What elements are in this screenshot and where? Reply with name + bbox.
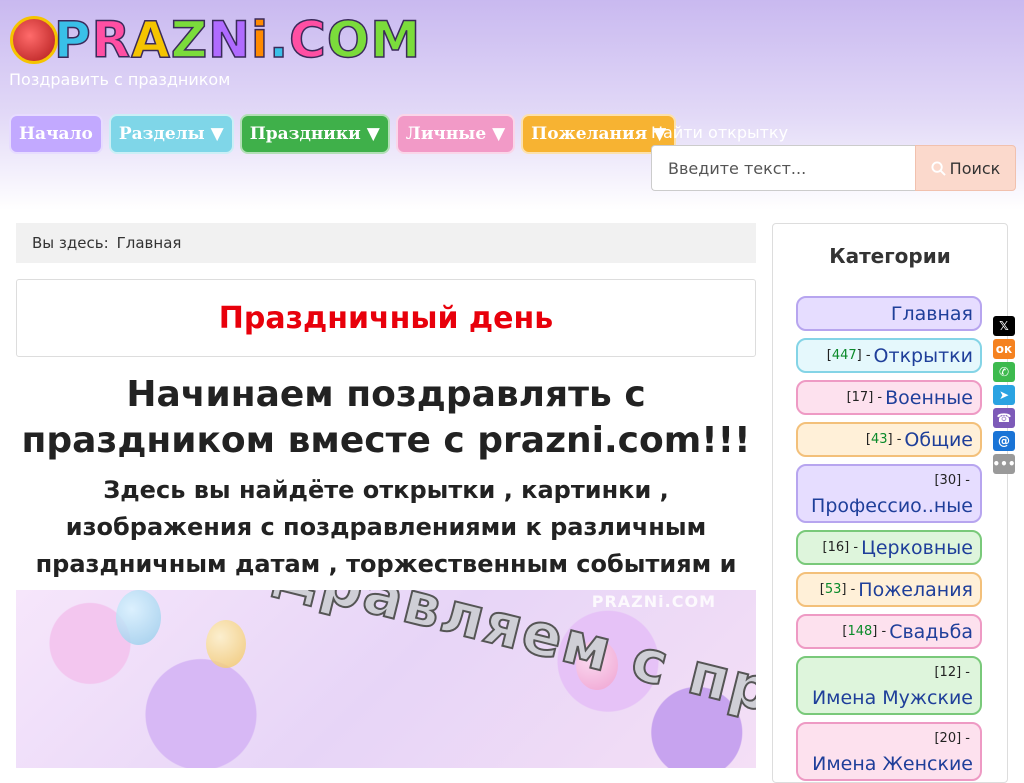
share-bar: 𝕏 ок ✆ ➤ ☎ @ ••• bbox=[993, 316, 1016, 474]
search-button-label: Поиск bbox=[949, 158, 1001, 178]
category-female-names[interactable]: [20] - Имена Женские bbox=[796, 722, 982, 781]
site-tagline: Поздравить с праздником bbox=[9, 70, 231, 89]
category-cards[interactable]: [447] - Открытки bbox=[796, 338, 982, 373]
balloon-decoration bbox=[116, 590, 161, 645]
breadcrumb: Вы здесь: Главная bbox=[16, 223, 756, 263]
nav-home-button[interactable]: Начало bbox=[9, 114, 103, 154]
nav-holidays-button[interactable]: Праздники ▼ bbox=[239, 114, 390, 154]
category-wedding[interactable]: [148] - Свадьба bbox=[796, 614, 982, 649]
site-header: PRAZNi.COM Поздравить с праздником Начал… bbox=[0, 0, 1024, 210]
main-nav: Начало Разделы ▼ Праздники ▼ Личные ▼ По… bbox=[9, 114, 677, 154]
mascot-icon bbox=[10, 16, 58, 64]
breadcrumb-home-link[interactable]: Главная bbox=[117, 234, 182, 252]
category-count: [30] - bbox=[934, 472, 970, 488]
x-icon[interactable]: 𝕏 bbox=[993, 316, 1015, 336]
nav-sections-button[interactable]: Разделы ▼ bbox=[108, 114, 234, 154]
page-title-box: Праздничный день bbox=[16, 279, 756, 357]
category-count: [148] - bbox=[842, 623, 887, 639]
category-home[interactable]: Главная bbox=[796, 296, 982, 331]
category-label: Имена Женские bbox=[812, 753, 973, 776]
categories-sidebar: Категории Главная [447] - Открытки [17] … bbox=[772, 223, 1008, 783]
category-count: [12] - bbox=[934, 664, 970, 680]
odnoklassniki-icon[interactable]: ок bbox=[993, 339, 1015, 359]
page-title: Праздничный день bbox=[218, 300, 554, 336]
telegram-icon[interactable]: ➤ bbox=[993, 385, 1015, 405]
balloon-decoration bbox=[206, 620, 246, 668]
category-label: Церковные bbox=[861, 536, 973, 559]
category-count: [16] - bbox=[822, 539, 859, 555]
viber-icon[interactable]: ☎ bbox=[993, 408, 1015, 428]
category-wishes[interactable]: [53] - Пожелания bbox=[796, 572, 982, 607]
category-label: Открытки bbox=[873, 344, 973, 367]
category-male-names[interactable]: [12] - Имена Мужские bbox=[796, 656, 982, 715]
search-button[interactable]: Поиск bbox=[915, 145, 1016, 191]
banner-greeting-text: Поздравляем с праздником! bbox=[142, 590, 756, 768]
whatsapp-icon[interactable]: ✆ bbox=[993, 362, 1015, 382]
category-label: Главная bbox=[890, 302, 973, 325]
category-count: [53] - bbox=[819, 581, 856, 597]
category-count: [447] - bbox=[826, 347, 871, 363]
category-label: Общие bbox=[904, 428, 973, 451]
category-church[interactable]: [16] - Церковные bbox=[796, 530, 982, 565]
hero-heading: Начинаем поздравлять с праздником вместе… bbox=[21, 374, 751, 461]
category-general[interactable]: [43] - Общие bbox=[796, 422, 982, 457]
category-label: Свадьба bbox=[889, 620, 973, 643]
holiday-banner-image[interactable]: PRAZNi.COM Поздравляем с праздником! bbox=[16, 590, 756, 768]
category-military[interactable]: [17] - Военные bbox=[796, 380, 982, 415]
search-label: Найти открытку bbox=[651, 123, 789, 142]
category-label: Военные bbox=[885, 386, 973, 409]
sidebar-title: Категории bbox=[829, 244, 951, 268]
nav-personal-button[interactable]: Личные ▼ bbox=[395, 114, 516, 154]
site-logo[interactable]: PRAZNi.COM bbox=[10, 10, 421, 70]
category-label: Имена Мужские bbox=[811, 687, 973, 710]
logo-wordmark: PRAZNi.COM bbox=[53, 11, 422, 69]
search-input[interactable] bbox=[651, 145, 915, 191]
category-label: Професcио..ные bbox=[811, 495, 973, 518]
more-icon[interactable]: ••• bbox=[993, 454, 1016, 474]
breadcrumb-prefix: Вы здесь: bbox=[32, 234, 109, 252]
category-count: [17] - bbox=[846, 389, 883, 405]
category-professional[interactable]: [30] - Професcио..ные bbox=[796, 464, 982, 523]
category-count: [20] - bbox=[934, 730, 970, 746]
search-icon bbox=[931, 160, 946, 176]
category-label: Пожелания bbox=[858, 578, 973, 601]
mail-icon[interactable]: @ bbox=[993, 431, 1015, 451]
banner-watermark: PRAZNi.COM bbox=[591, 592, 716, 611]
category-count: [43] - bbox=[865, 431, 902, 447]
